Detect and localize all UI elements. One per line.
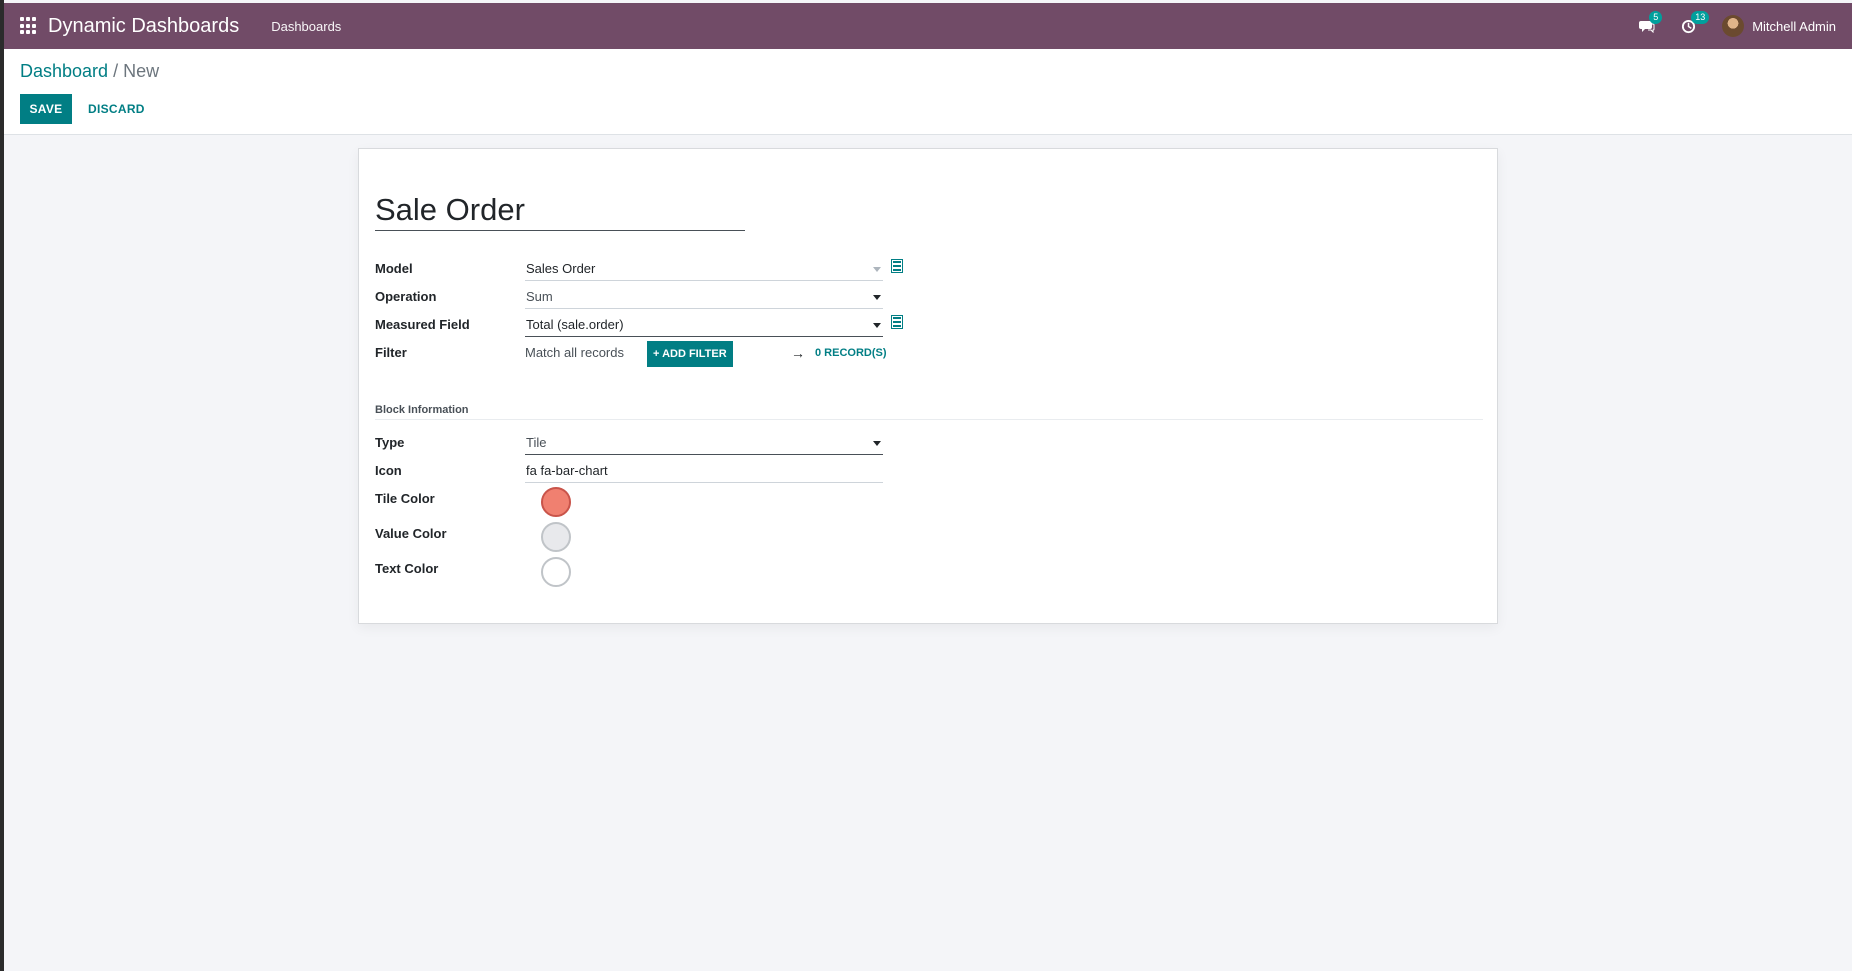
filter-domain-text: Match all records [525, 345, 624, 360]
menu-item-dashboards[interactable]: Dashboards [271, 19, 341, 34]
value-color-label: Value Color [375, 526, 447, 541]
model-row: Model Sales Order [375, 257, 915, 281]
type-value: Tile [526, 435, 547, 450]
type-row: Type Tile [375, 431, 915, 455]
model-label: Model [375, 261, 413, 276]
records-count: 0 RECORD(S) [815, 347, 887, 359]
model-value: Sales Order [526, 261, 596, 276]
value-color-row: Value Color [375, 522, 915, 554]
operation-value: Sum [526, 289, 553, 304]
section-divider [375, 419, 1483, 420]
external-link-icon[interactable] [891, 315, 903, 329]
chevron-down-icon [873, 267, 881, 272]
breadcrumb: Dashboard / New [20, 61, 159, 82]
measured-field-row: Measured Field Total (sale.order) [375, 313, 915, 337]
value-color-picker[interactable] [541, 522, 571, 552]
text-color-row: Text Color [375, 557, 915, 589]
records-link[interactable]: → 0 RECORD(S) [791, 345, 887, 361]
chevron-down-icon [873, 295, 881, 300]
measured-field-value: Total (sale.order) [526, 317, 624, 332]
measured-field-select[interactable]: Total (sale.order) [525, 315, 883, 337]
operation-label: Operation [375, 289, 437, 304]
discard-button[interactable]: DISCARD [76, 94, 157, 124]
chevron-down-icon [873, 323, 881, 328]
breadcrumb-dashboard[interactable]: Dashboard [20, 61, 108, 81]
arrow-right-icon: → [791, 345, 805, 361]
operation-select[interactable]: Sum [525, 287, 883, 309]
text-color-label: Text Color [375, 561, 439, 576]
filter-row: Filter Match all records + ADD FILTER → … [375, 341, 915, 367]
icon-label: Icon [375, 463, 402, 478]
icon-input[interactable]: fa fa-bar-chart [525, 461, 883, 483]
messaging-menu[interactable]: 5 [1639, 11, 1663, 33]
icon-row: Icon fa fa-bar-chart [375, 459, 915, 483]
window-edge [0, 0, 4, 971]
activities-badge: 13 [1691, 10, 1710, 24]
save-button[interactable]: SAVE [20, 94, 72, 124]
breadcrumb-current: New [123, 61, 160, 81]
measured-field-label: Measured Field [375, 317, 470, 332]
filter-label: Filter [375, 345, 407, 360]
type-label: Type [375, 435, 405, 450]
tile-color-picker[interactable] [541, 487, 571, 517]
operation-row: Operation Sum [375, 285, 915, 309]
app-name[interactable]: Dynamic Dashboards [48, 15, 239, 38]
control-panel: Dashboard / New SAVE DISCARD [4, 49, 1852, 135]
tile-color-label: Tile Color [375, 491, 435, 506]
text-color-picker[interactable] [541, 557, 571, 587]
name-field[interactable]: Sale Order [375, 189, 745, 231]
form-sheet: Sale Order Model Sales Order Operation S… [358, 148, 1498, 624]
breadcrumb-separator: / [108, 61, 124, 81]
apps-menu-icon[interactable] [20, 17, 38, 35]
external-link-icon[interactable] [891, 259, 903, 273]
add-filter-button[interactable]: + ADD FILTER [647, 341, 733, 367]
messages-badge: 5 [1649, 11, 1663, 24]
tile-color-row: Tile Color [375, 487, 915, 519]
activity-menu[interactable]: 13 [1681, 10, 1710, 34]
type-select[interactable]: Tile [525, 433, 883, 455]
top-navbar: Dynamic Dashboards Dashboards 5 13 Mitch… [4, 3, 1852, 49]
systray: 5 13 Mitchell Admin [1639, 3, 1852, 49]
user-avatar[interactable] [1722, 15, 1745, 37]
chevron-down-icon [873, 441, 881, 446]
block-information-title: Block Information [375, 404, 469, 416]
model-field[interactable]: Sales Order [525, 259, 883, 281]
user-name[interactable]: Mitchell Admin [1752, 19, 1836, 34]
